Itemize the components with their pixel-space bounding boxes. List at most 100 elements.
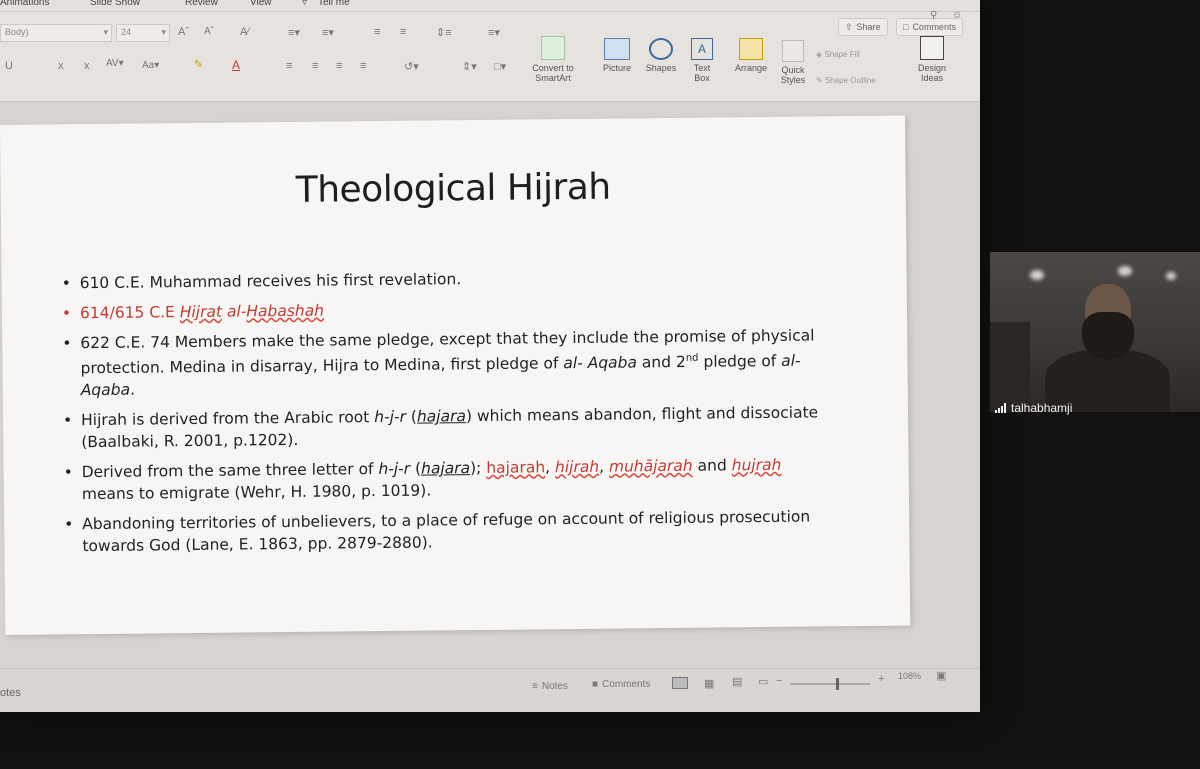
text-direction-icon[interactable]: ↺▾ <box>404 60 419 73</box>
person-beard <box>1082 312 1134 360</box>
ceiling-light <box>1166 272 1176 280</box>
shapes-icon <box>649 38 673 60</box>
comments-status-label: Comments <box>602 679 651 690</box>
convert-smartart-button[interactable]: Convert to SmartArt <box>528 36 578 83</box>
ceiling-light <box>1118 266 1132 276</box>
bullet-list[interactable]: 610 C.E. Muhammad receives his first rev… <box>62 264 825 565</box>
paint-bucket-icon: ◈ <box>816 50 825 59</box>
fit-slide-icon[interactable]: ▣ <box>936 669 946 682</box>
align-left-icon[interactable]: ≡ <box>286 60 292 72</box>
textbox-button[interactable]: A Text Box <box>686 38 718 83</box>
share-button[interactable]: ⇧ Share <box>838 18 888 36</box>
slide-title[interactable]: Theological Hijrah <box>1 164 906 214</box>
font-size-select[interactable]: 24 ▾ <box>116 24 170 42</box>
reading-view-icon[interactable]: ▤ <box>732 675 742 688</box>
smiley-icon[interactable]: ☺ <box>952 10 962 21</box>
character-spacing-icon[interactable]: AV▾ <box>106 58 124 69</box>
menu-view[interactable]: View <box>250 0 272 8</box>
shapes-button[interactable]: Shapes <box>640 38 682 73</box>
arrange-button[interactable]: Arrange <box>730 38 772 73</box>
arrange-label: Arrange <box>734 63 768 73</box>
font-color-icon[interactable]: A <box>232 58 240 72</box>
font-name-value: Body) <box>5 27 29 37</box>
slideshow-icon[interactable]: ▭ <box>758 675 768 688</box>
zoom-level[interactable]: 108% <box>898 671 921 681</box>
ceiling-light <box>1030 270 1044 280</box>
quick-styles-button[interactable]: Quick Styles <box>776 40 810 85</box>
columns-icon[interactable]: ≡▾ <box>488 26 500 39</box>
font-name-select[interactable]: Body) ▾ <box>0 24 112 42</box>
powerpoint-window: Animations Slide Show Review View ▿ Tell… <box>0 0 980 712</box>
zoom-slider[interactable] <box>790 683 870 685</box>
change-case-icon[interactable]: Aa▾ <box>142 60 159 71</box>
numbered-list-icon[interactable]: ≡▾ <box>322 26 334 39</box>
font-size-value: 24 <box>121 27 132 37</box>
normal-view-icon[interactable] <box>672 677 688 689</box>
bullet-text: ( <box>409 459 422 478</box>
bullet-text: ); <box>469 459 487 478</box>
bullet-text: and <box>692 456 732 475</box>
comment-icon: □ <box>903 22 909 32</box>
menu-tellme[interactable]: Tell me <box>318 0 350 8</box>
bullet-text: 610 C.E. Muhammad receives his first rev… <box>79 270 462 293</box>
menu-review[interactable]: Review <box>185 0 218 8</box>
notes-button[interactable]: ≡ Notes <box>532 681 568 692</box>
bullet-term: h-j-r <box>378 459 411 479</box>
comments-status-button[interactable]: ■ Comments <box>592 679 650 690</box>
text-box-margin-icon[interactable]: □▾ <box>494 60 506 73</box>
shape-fill-button[interactable]: ◈ Shape Fill <box>816 50 860 59</box>
clear-format-icon[interactable]: A∕ <box>240 26 249 38</box>
justify-icon[interactable]: ≡ <box>360 60 366 72</box>
slide-sorter-icon[interactable]: ▦ <box>704 677 714 690</box>
shape-outline-button[interactable]: ✎ Shape Outline <box>816 76 876 85</box>
signal-strength-icon <box>995 403 1006 413</box>
menu-bar: Animations Slide Show Review View ▿ Tell… <box>0 0 980 12</box>
bullet-term: Hijrat <box>179 302 223 322</box>
participant-name: talhabhamji <box>1011 401 1073 415</box>
line-spacing-icon[interactable]: ⇕≡ <box>436 26 452 39</box>
menu-slideshow[interactable]: Slide Show <box>90 0 140 8</box>
zoom-in-icon[interactable]: + <box>878 673 884 685</box>
design-ideas-icon <box>920 36 944 60</box>
bullet-term: hijrah <box>554 457 600 477</box>
notes-icon: ≡ <box>532 681 538 692</box>
pen-icon: ✎ <box>816 76 825 85</box>
status-bar: otes ≡ Notes ■ Comments ▦ ▤ ▭ − + 108% ▣ <box>0 668 980 712</box>
webcam-video <box>990 252 1200 412</box>
search-icon[interactable]: ⚲ <box>930 10 937 21</box>
convert-smartart-label: Convert to SmartArt <box>532 63 574 83</box>
share-icon: ⇧ <box>845 21 853 32</box>
bullet-item: Derived from the same three letter of h-… <box>64 454 824 506</box>
design-ideas-label: Design Ideas <box>917 63 946 83</box>
design-ideas-button[interactable]: Design Ideas <box>912 36 952 83</box>
zoom-out-icon[interactable]: − <box>776 675 782 687</box>
align-text-icon[interactable]: ⇕▾ <box>462 60 477 73</box>
bullet-text: and 2 <box>636 352 686 372</box>
zoom-slider-handle[interactable] <box>836 678 839 690</box>
bullet-term: hajara <box>416 407 467 426</box>
underline-icon[interactable]: U <box>5 60 13 72</box>
subscript-icon[interactable]: x <box>84 60 90 72</box>
comments-label: Comments <box>912 22 956 32</box>
bullet-text: , <box>599 457 610 476</box>
bullet-item: Hijrah is derived from the Arabic root h… <box>63 402 823 454</box>
decrease-indent-icon[interactable]: ≡ <box>374 26 380 38</box>
highlight-icon[interactable]: ✎ <box>194 58 203 71</box>
bullet-text: , <box>545 458 556 477</box>
bullet-item: 622 C.E. 74 Members make the same pledge… <box>62 324 823 401</box>
increase-font-icon[interactable]: Aˆ <box>178 26 189 38</box>
shapes-label: Shapes <box>645 63 677 73</box>
arrange-icon <box>739 38 763 60</box>
increase-indent-icon[interactable]: ≡ <box>400 26 406 38</box>
slide[interactable]: Theological Hijrah 610 C.E. Muhammad rec… <box>0 115 911 635</box>
decrease-font-icon[interactable]: Aˇ <box>204 26 214 37</box>
menu-animations[interactable]: Animations <box>0 0 49 8</box>
strikethrough-icon[interactable]: x <box>58 60 64 72</box>
comment-icon: ■ <box>592 679 599 690</box>
bullets-list-icon[interactable]: ≡▾ <box>288 26 300 39</box>
bullet-text: ( <box>405 407 418 426</box>
align-center-icon[interactable]: ≡ <box>312 60 318 72</box>
bullet-superscript: nd <box>685 352 699 364</box>
picture-button[interactable]: Picture <box>596 38 638 73</box>
align-right-icon[interactable]: ≡ <box>336 60 342 72</box>
